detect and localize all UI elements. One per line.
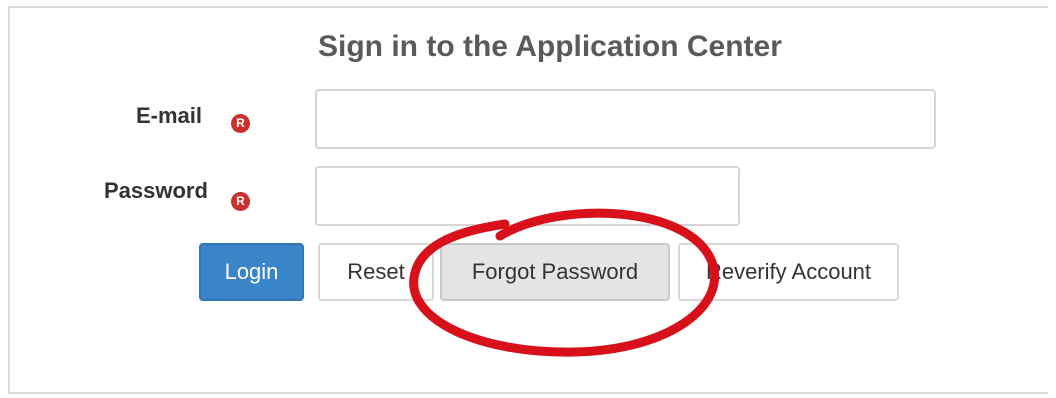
email-label: E-mail	[136, 103, 203, 128]
page-title: Sign in to the Application Center	[318, 30, 782, 63]
required-icon: R	[231, 114, 250, 133]
reverify-account-button[interactable]: Reverify Account	[678, 243, 899, 301]
password-field[interactable]	[315, 166, 740, 226]
required-icon: R	[231, 192, 250, 211]
password-label: Password	[104, 178, 208, 203]
reset-button[interactable]: Reset	[318, 243, 434, 301]
email-field[interactable]	[315, 89, 936, 149]
forgot-password-button[interactable]: Forgot Password	[440, 243, 670, 301]
login-button[interactable]: Login	[199, 243, 304, 301]
